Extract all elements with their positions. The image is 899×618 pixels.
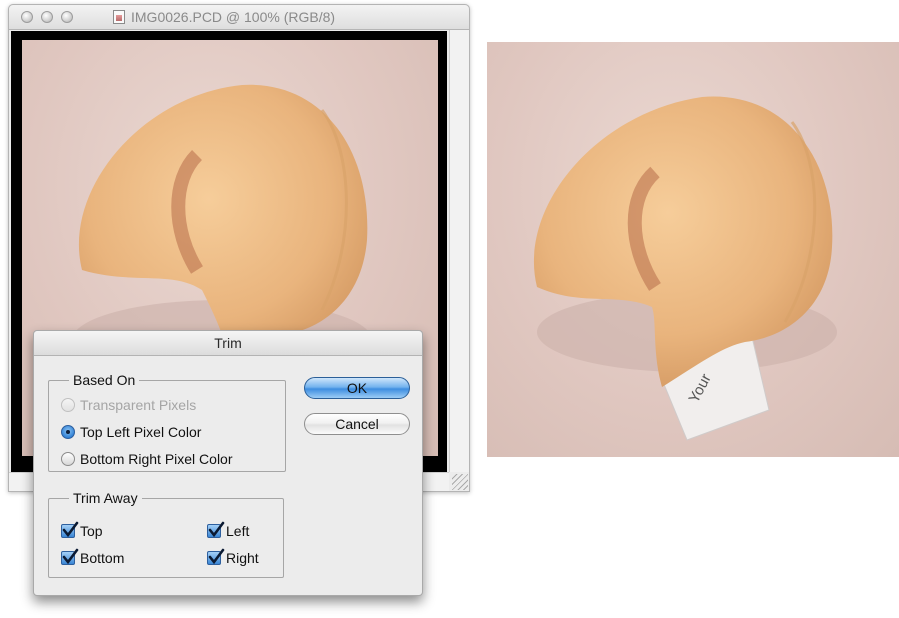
zoom-window-icon[interactable] <box>61 11 73 23</box>
trim-right-checkbox[interactable] <box>207 548 225 565</box>
transparent-pixels-radio <box>61 398 75 412</box>
trim-right-option[interactable]: Right <box>207 548 259 566</box>
trim-away-label: Trim Away <box>69 489 142 507</box>
ok-button[interactable]: OK <box>304 377 410 399</box>
trim-away-group: Trim Away Top Left Bottom Right <box>48 489 284 578</box>
dialog-title: Trim <box>214 335 242 351</box>
trim-bottom-option[interactable]: Bottom <box>61 548 124 566</box>
checkmark-icon <box>62 521 79 538</box>
bottom-right-pixel-color-radio[interactable] <box>61 452 75 466</box>
fortune-cookie-with-slip-image: Your <box>533 96 837 441</box>
trim-left-option[interactable]: Left <box>207 521 249 539</box>
resize-grip-icon[interactable] <box>452 474 468 490</box>
transparent-pixels-option: Transparent Pixels <box>61 397 196 413</box>
dialog-titlebar[interactable]: Trim <box>34 331 422 356</box>
trim-left-label[interactable]: Left <box>226 523 249 539</box>
minimize-window-icon[interactable] <box>41 11 53 23</box>
trim-top-option[interactable]: Top <box>61 521 103 539</box>
cancel-button[interactable]: Cancel <box>304 413 410 435</box>
based-on-group: Based On Transparent Pixels Top Left Pix… <box>48 371 286 472</box>
window-title: IMG0026.PCD @ 100% (RGB/8) <box>131 9 336 25</box>
checkmark-icon <box>208 521 225 538</box>
trim-dialog: Trim Based On Transparent Pixels Top Lef… <box>33 330 423 596</box>
top-left-pixel-color-radio[interactable] <box>61 425 75 439</box>
trim-left-checkbox[interactable] <box>207 521 225 538</box>
close-window-icon[interactable] <box>21 11 33 23</box>
trim-top-label[interactable]: Top <box>80 523 103 539</box>
checkmark-icon <box>62 548 79 565</box>
window-titlebar[interactable]: IMG0026.PCD @ 100% (RGB/8) <box>9 5 469 30</box>
bottom-right-pixel-color-label[interactable]: Bottom Right Pixel Color <box>80 451 233 467</box>
trim-bottom-checkbox[interactable] <box>61 548 79 565</box>
based-on-label: Based On <box>69 371 140 389</box>
trim-right-label[interactable]: Right <box>226 550 259 566</box>
document-proxy-icon[interactable] <box>113 10 125 24</box>
bottom-right-pixel-color-option[interactable]: Bottom Right Pixel Color <box>61 451 233 467</box>
trim-bottom-label[interactable]: Bottom <box>80 550 124 566</box>
checkmark-icon <box>208 548 225 565</box>
top-left-pixel-color-option[interactable]: Top Left Pixel Color <box>61 424 201 440</box>
transparent-pixels-label: Transparent Pixels <box>80 397 197 413</box>
vertical-scrollbar[interactable] <box>449 30 469 472</box>
top-left-pixel-color-label[interactable]: Top Left Pixel Color <box>80 424 201 440</box>
trimmed-result-image: Your <box>487 42 899 457</box>
trim-top-checkbox[interactable] <box>61 521 79 538</box>
